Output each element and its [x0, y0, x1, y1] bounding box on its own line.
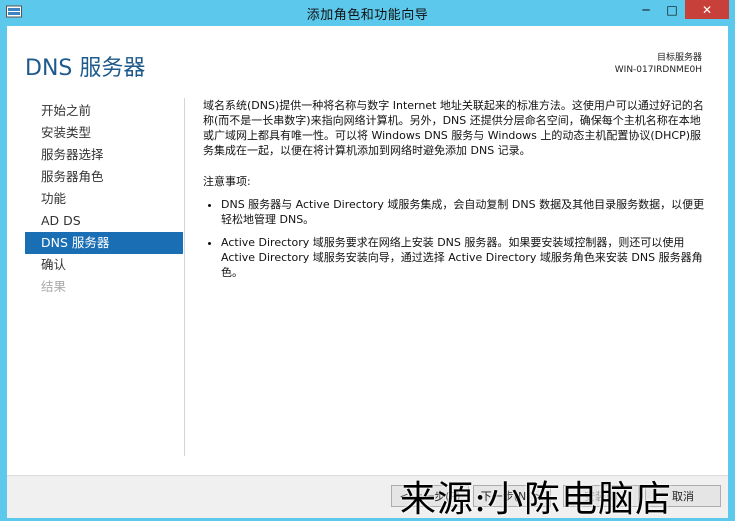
nav-item-installation-type[interactable]: 安装类型 [25, 122, 183, 144]
source-watermark: 来源:小陈电脑店 [400, 479, 673, 520]
window-controls: ─ □ ✕ [633, 0, 729, 20]
nav-item-features[interactable]: 功能 [25, 188, 183, 210]
wizard-window: 添加角色和功能向导 ─ □ ✕ DNS 服务器 目标服务器 WIN-017IRD… [0, 0, 735, 521]
close-button[interactable]: ✕ [685, 0, 729, 19]
target-server-name: WIN-017IRDNME0H [614, 65, 702, 75]
nav-item-server-roles[interactable]: 服务器角色 [25, 166, 183, 188]
nav-item-before-you-begin[interactable]: 开始之前 [25, 100, 183, 122]
maximize-button[interactable]: □ [659, 0, 685, 19]
notes-list: DNS 服务器与 Active Directory 域服务集成，会自动复制 DN… [203, 197, 711, 280]
intro-text: 域名系统(DNS)提供一种将名称与数字 Internet 地址关联起来的标准方法… [203, 99, 704, 157]
content-panel: 域名系统(DNS)提供一种将名称与数字 Internet 地址关联起来的标准方法… [203, 98, 711, 288]
target-server-label: 目标服务器 [656, 53, 702, 63]
notes-heading: 注意事项: [203, 175, 251, 188]
title-bar[interactable]: 添加角色和功能向导 ─ □ ✕ [0, 0, 735, 26]
minimize-button[interactable]: ─ [633, 0, 659, 19]
nav-item-ad-ds[interactable]: AD DS [25, 210, 183, 232]
window-title: 添加角色和功能向导 [306, 8, 429, 23]
wizard-body: DNS 服务器 目标服务器 WIN-017IRDNME0H 开始之前 安装类型 … [7, 26, 728, 475]
note-item: Active Directory 域服务要求在网络上安装 DNS 服务器。如果要… [221, 235, 711, 280]
nav-divider [184, 98, 185, 456]
target-server-info: 目标服务器 WIN-017IRDNME0H [615, 52, 702, 76]
note-item: DNS 服务器与 Active Directory 域服务集成，会自动复制 DN… [221, 197, 711, 227]
nav-item-confirmation[interactable]: 确认 [25, 254, 183, 276]
nav-item-server-selection[interactable]: 服务器选择 [25, 144, 183, 166]
nav-item-dns-server[interactable]: DNS 服务器 [25, 232, 183, 254]
nav-item-results: 结果 [41, 279, 67, 294]
page-title: DNS 服务器 [25, 56, 146, 81]
wizard-nav: 开始之前 安装类型 服务器选择 服务器角色 功能 AD DS DNS 服务器 确… [25, 100, 183, 298]
